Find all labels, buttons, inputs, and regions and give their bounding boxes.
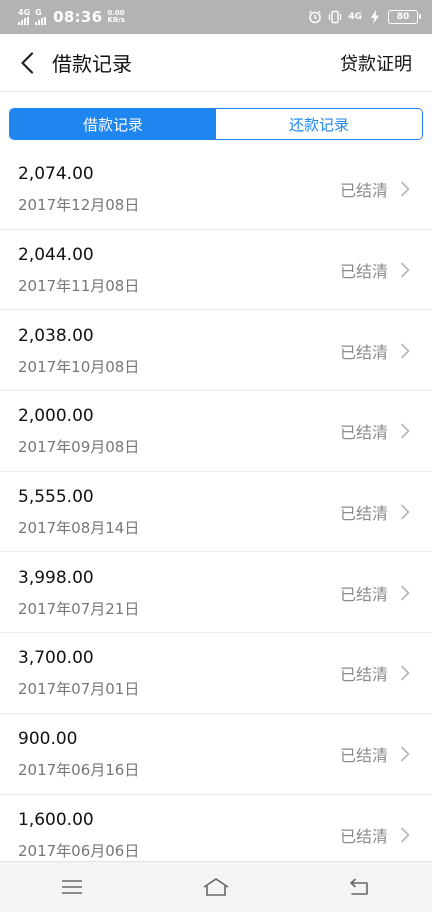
charging-icon xyxy=(368,10,382,24)
status-label: 已结清 xyxy=(339,826,388,846)
loan-amount: 3,998.00 xyxy=(18,567,94,588)
loan-date: 2017年07月01日 xyxy=(18,680,140,699)
list-item[interactable]: 5,555.00 2017年08月14日 已结清 xyxy=(0,472,432,553)
loan-amount: 900.00 xyxy=(18,729,78,750)
list-item[interactable]: 2,074.00 2017年12月08日 已结清 xyxy=(0,149,432,230)
signal-icon: 4G xyxy=(18,9,30,25)
chevron-right-icon xyxy=(400,343,412,359)
home-icon xyxy=(203,878,229,896)
loan-amount: 5,555.00 xyxy=(18,487,94,508)
status-label: 已结清 xyxy=(339,504,388,524)
list-item[interactable]: 2,038.00 2017年10月08日 已结清 xyxy=(0,310,432,391)
network-type-1: 4G xyxy=(18,8,31,17)
list-item[interactable]: 900.00 2017年06月16日 已结清 xyxy=(0,714,432,795)
list-item[interactable]: 3,998.00 2017年07月21日 已结清 xyxy=(0,552,432,633)
tab-repayment-records[interactable]: 还款记录 xyxy=(216,109,422,139)
page-title: 借款记录 xyxy=(52,52,132,76)
back-icon xyxy=(350,878,368,895)
status-left: 4G G 08:36 0.00 KB/s xyxy=(18,8,125,26)
loan-amount: 2,000.00 xyxy=(18,406,94,427)
status-right: 4G 80 xyxy=(308,10,421,24)
battery-icon: 80 xyxy=(388,10,421,24)
alarm-icon xyxy=(308,10,322,24)
status-label: 已结清 xyxy=(339,746,388,766)
network-type-3: 4G xyxy=(348,12,362,22)
status-label: 已结清 xyxy=(339,665,388,685)
speed-unit: KB/s xyxy=(107,16,125,24)
status-label: 已结清 xyxy=(339,423,388,443)
list-item[interactable]: 3,700.00 2017年07月01日 已结清 xyxy=(0,633,432,714)
loan-record-list: 2,074.00 2017年12月08日 已结清 2,044.00 2017年11月… xyxy=(0,149,432,875)
signal-icon-2: G xyxy=(35,8,47,25)
loan-date: 2017年06月06日 xyxy=(18,841,140,860)
home-button[interactable] xyxy=(186,867,246,907)
loan-amount: 2,044.00 xyxy=(18,245,94,266)
battery-level: 80 xyxy=(396,12,410,22)
chevron-left-icon xyxy=(21,51,34,74)
loan-certificate-link[interactable]: 贷款证明 xyxy=(340,50,412,76)
network-speed: 0.00 KB/s xyxy=(107,10,124,24)
status-label: 已结清 xyxy=(339,181,388,201)
status-label: 已结清 xyxy=(339,584,388,604)
chevron-right-icon xyxy=(400,504,412,520)
menu-button[interactable] xyxy=(42,867,102,907)
loan-amount: 1,600.00 xyxy=(18,809,94,830)
system-nav-bar xyxy=(0,861,432,912)
record-tabs: 借款记录 还款记录 xyxy=(9,108,423,140)
loan-amount: 2,074.00 xyxy=(18,164,94,185)
chevron-right-icon xyxy=(400,181,412,197)
status-label: 已结清 xyxy=(339,262,388,282)
menu-icon xyxy=(62,880,82,894)
status-label: 已结清 xyxy=(339,342,388,362)
loan-amount: 3,700.00 xyxy=(18,648,94,669)
chevron-right-icon xyxy=(400,665,412,681)
app-header: 借款记录 贷款证明 xyxy=(0,34,432,92)
chevron-right-icon xyxy=(400,262,412,278)
list-item[interactable]: 2,000.00 2017年09月08日 已结清 xyxy=(0,391,432,472)
chevron-right-icon xyxy=(400,746,412,762)
loan-date: 2017年09月08日 xyxy=(18,438,140,457)
loan-date: 2017年10月08日 xyxy=(18,357,140,376)
list-item[interactable]: 2,044.00 2017年11月08日 已结清 xyxy=(0,230,432,311)
loan-amount: 2,038.00 xyxy=(18,325,94,346)
loan-date: 2017年06月16日 xyxy=(18,761,140,780)
chevron-right-icon xyxy=(400,585,412,601)
loan-date: 2017年12月08日 xyxy=(18,196,140,215)
loan-date: 2017年08月14日 xyxy=(18,519,140,538)
tab-loan-records[interactable]: 借款记录 xyxy=(10,109,216,139)
system-back-button[interactable] xyxy=(330,867,390,907)
loan-date: 2017年11月08日 xyxy=(18,277,140,296)
back-button[interactable] xyxy=(2,34,52,92)
status-bar: 4G G 08:36 0.00 KB/s 4G 80 xyxy=(0,0,432,34)
chevron-right-icon xyxy=(400,827,412,843)
vibrate-icon xyxy=(328,10,342,24)
chevron-right-icon xyxy=(400,423,412,439)
network-type-2: G xyxy=(35,8,42,17)
clock-time: 08:36 xyxy=(53,8,103,26)
loan-date: 2017年07月21日 xyxy=(18,599,140,618)
